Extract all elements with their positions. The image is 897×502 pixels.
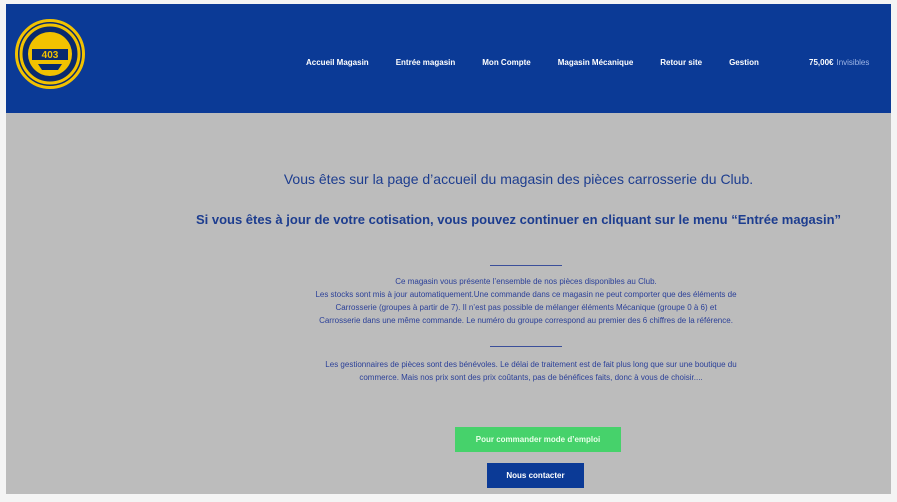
contact-button[interactable]: Nous contacter (487, 463, 584, 488)
nav-mon-compte[interactable]: Mon Compte (482, 58, 530, 67)
text-line: commerce. Mais nos prix sont des prix co… (359, 373, 703, 382)
main-content: Vous êtes sur la page d’accueil du magas… (6, 113, 891, 494)
nav-entree-magasin[interactable]: Entrée magasin (396, 58, 456, 67)
divider (490, 265, 562, 266)
header: 403 Accueil Magasin Entrée magasin Mon C… (6, 4, 891, 113)
cart-summary[interactable]: 75,00€ Invisibles (809, 58, 869, 67)
main-nav: Accueil Magasin Entrée magasin Mon Compt… (306, 58, 759, 67)
nav-retour-site[interactable]: Retour site (660, 58, 702, 67)
logo-text: 403 (42, 50, 59, 61)
page-subtitle: Si vous êtes à jour de votre cotisation,… (195, 212, 842, 227)
page: 403 Accueil Magasin Entrée magasin Mon C… (6, 4, 891, 494)
text-line: Les gestionnaires de pièces sont des bén… (325, 360, 737, 369)
info-paragraph: Les gestionnaires de pièces sont des bén… (256, 358, 806, 384)
cart-label: Invisibles (836, 58, 870, 67)
divider (490, 346, 562, 347)
text-line: Les stocks sont mis à jour automatiqueme… (315, 290, 737, 299)
club-logo[interactable]: 403 (15, 19, 85, 89)
logo-emblem-icon: 403 (19, 23, 81, 85)
page-title: Vous êtes sur la page d’accueil du magas… (283, 171, 754, 187)
nav-gestion[interactable]: Gestion (729, 58, 759, 67)
text-line: Carrosserie (groupes à partir de 7). Il … (335, 303, 717, 312)
text-line: Carrosserie dans une même commande. Le n… (319, 316, 733, 325)
order-instructions-button[interactable]: Pour commander mode d’emploi (455, 427, 621, 452)
cart-amount: 75,00€ (809, 58, 834, 67)
text-line: Ce magasin vous présente l’ensemble de n… (395, 277, 657, 286)
nav-magasin-mecanique[interactable]: Magasin Mécanique (558, 58, 634, 67)
intro-paragraph: Ce magasin vous présente l’ensemble de n… (246, 275, 806, 327)
nav-accueil-magasin[interactable]: Accueil Magasin (306, 58, 369, 67)
